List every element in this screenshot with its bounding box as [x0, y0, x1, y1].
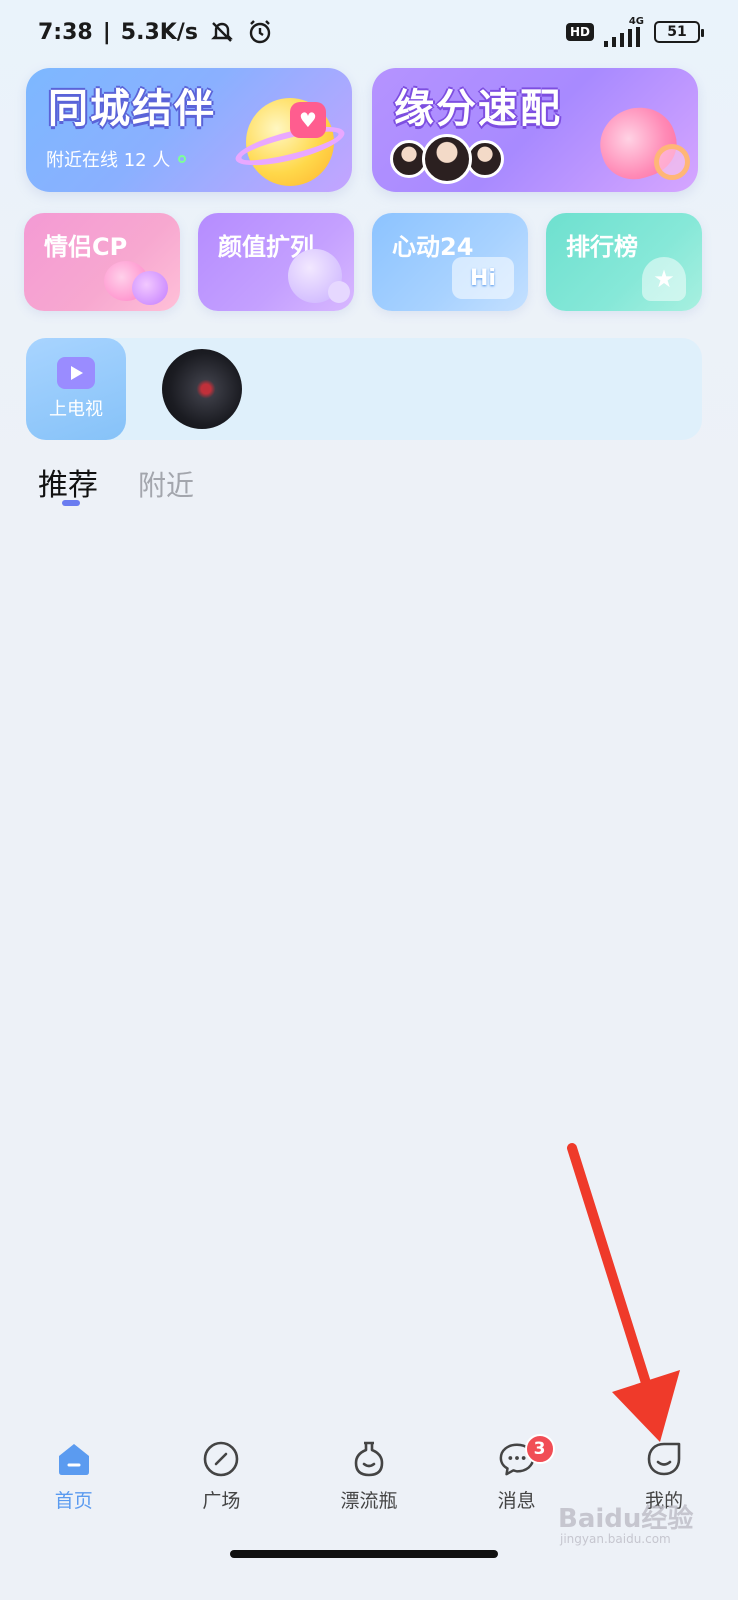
tile-heartbeat-24[interactable]: 心动24 Hi	[372, 213, 528, 311]
quick-match-title: 缘分速配	[394, 86, 562, 132]
online-dot-icon	[178, 155, 187, 163]
alarm-icon	[249, 20, 271, 44]
active-tab-indicator	[62, 500, 80, 506]
nav-label: 消息	[497, 1490, 536, 1512]
trophy-icon: ★	[642, 257, 686, 301]
unread-badge: 3	[524, 1434, 555, 1464]
tile-leaderboard[interactable]: 排行榜 ★	[546, 213, 702, 311]
tab-label: 附近	[138, 469, 195, 502]
signal-label: 4G	[628, 16, 644, 27]
hi-bubble-icon: Hi	[452, 257, 514, 299]
baidu-watermark: Baidu经验	[558, 1504, 694, 1534]
hd-badge: HD	[565, 23, 594, 41]
avatar	[422, 134, 472, 184]
status-time: 7:38	[38, 19, 93, 45]
status-separator: |	[102, 19, 111, 45]
match-avatars	[390, 134, 504, 184]
bottle-icon	[350, 1440, 388, 1478]
tab-label: 推荐	[38, 468, 98, 503]
signal-bars-icon	[604, 27, 640, 47]
tile-label: 排行榜	[566, 233, 638, 261]
avatar[interactable]	[162, 349, 242, 429]
status-left: 7:38 | 5.3K/s	[38, 18, 274, 46]
mute-icon	[211, 22, 233, 42]
home-icon	[55, 1440, 93, 1478]
home-indicator[interactable]	[230, 1550, 498, 1558]
nav-label: 首页	[54, 1490, 93, 1512]
on-tv-label: 上电视	[49, 399, 103, 420]
compass-icon	[202, 1440, 240, 1478]
feed-tabs: 推荐 附近	[38, 460, 194, 506]
city-companion-title: 同城结伴	[48, 86, 216, 132]
online-count-text: 附近在线 12 人	[46, 150, 171, 171]
profile-icon	[645, 1440, 683, 1478]
nav-drift-bottle[interactable]: 漂流瓶	[309, 1440, 429, 1540]
tile-couple-cp[interactable]: 情侣CP	[24, 213, 180, 311]
nav-square[interactable]: 广场	[161, 1440, 281, 1540]
on-tv-button[interactable]: 上电视	[26, 338, 126, 440]
heart-badge-icon: ♥	[290, 102, 326, 138]
red-arrow-annotation	[567, 1143, 680, 1442]
online-count: 附近在线 12 人	[46, 146, 187, 172]
quick-match-card[interactable]: 缘分速配	[372, 68, 698, 192]
nav-label: 广场	[202, 1490, 241, 1512]
battery-icon: 51	[654, 21, 704, 43]
signal-icon: 4G	[604, 17, 644, 47]
magnifier-icon	[654, 144, 690, 180]
battery-level: 51	[667, 24, 687, 40]
status-bar: 7:38 | 5.3K/s HD 4G 51	[0, 0, 738, 64]
hearts-icon	[100, 255, 170, 305]
on-tv-strip: 上电视	[26, 338, 702, 440]
network-speed: 5.3K/s	[120, 19, 198, 45]
tile-looks-friends[interactable]: 颜值扩列	[198, 213, 354, 311]
tv-icon	[57, 357, 95, 389]
baidu-watermark-url: jingyan.baidu.com	[560, 1532, 671, 1546]
tab-recommend[interactable]: 推荐	[38, 460, 98, 506]
nav-label: 漂流瓶	[340, 1490, 398, 1512]
status-right: HD 4G 51	[565, 17, 704, 47]
city-companion-card[interactable]: 同城结伴 附近在线 12 人 ♥	[26, 68, 352, 192]
tab-nearby[interactable]: 附近	[138, 464, 194, 504]
nav-home[interactable]: 首页	[14, 1440, 134, 1540]
small-face-icon	[328, 281, 350, 303]
